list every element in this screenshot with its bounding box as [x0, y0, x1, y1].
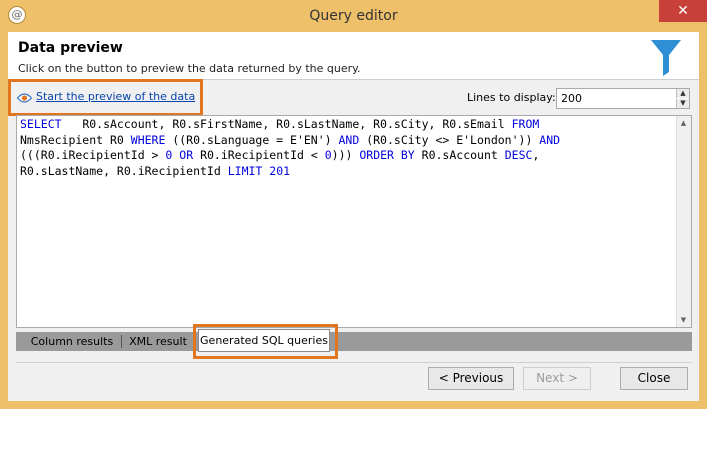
page-title: Data preview [18, 40, 123, 56]
sql-text: SELECT R0.sAccount, R0.sFirstName, R0.sL… [20, 117, 561, 178]
lines-to-display-label: Lines to display: [467, 91, 556, 104]
sql-scrollbar[interactable] [676, 116, 691, 327]
eye-icon[interactable] [17, 92, 32, 104]
scroll-down-icon[interactable]: ▼ [676, 313, 691, 327]
tab-xml-result[interactable]: XML result [124, 332, 192, 351]
spin-up-icon[interactable]: ▲ [676, 89, 689, 98]
page-subtitle: Click on the button to preview the data … [18, 62, 361, 75]
window-close-button[interactable]: ✕ [659, 0, 707, 22]
spin-down-icon[interactable]: ▼ [676, 99, 689, 108]
tab-generated-sql-queries[interactable]: Generated SQL queries [198, 329, 330, 352]
scroll-up-icon[interactable]: ▲ [676, 116, 691, 130]
footer-divider [16, 362, 692, 363]
next-button[interactable]: Next > [523, 367, 591, 390]
tab-separator [121, 335, 122, 348]
filter-icon [651, 40, 681, 76]
start-preview-link[interactable]: Start the preview of the data [36, 90, 195, 103]
previous-button[interactable]: < Previous [428, 367, 514, 390]
window-title: Query editor [309, 8, 398, 24]
lines-to-display-input[interactable] [556, 88, 690, 109]
close-button[interactable]: Close [620, 367, 688, 390]
tab-column-results[interactable]: Column results [24, 332, 120, 351]
